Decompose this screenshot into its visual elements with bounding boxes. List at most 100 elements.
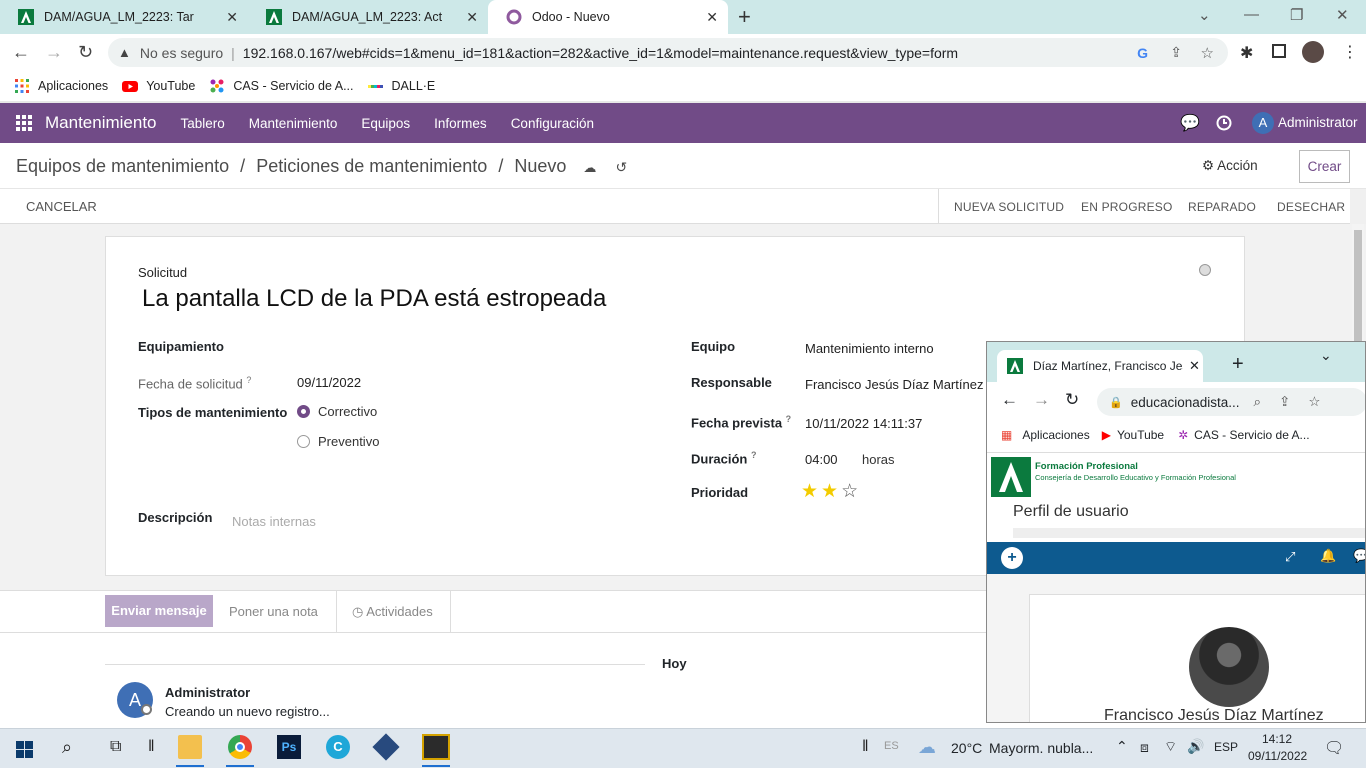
lang-indicator-small[interactable]: ES bbox=[884, 740, 899, 752]
cursor-app-icon[interactable]: C bbox=[326, 735, 350, 759]
stage-nueva-solicitud[interactable]: NUEVA SOLICITUD bbox=[954, 189, 1064, 224]
menu-tablero[interactable]: Tablero bbox=[181, 116, 225, 131]
log-note-button[interactable]: Poner una nota bbox=[229, 604, 318, 619]
bell-icon[interactable]: 🔔 bbox=[1320, 548, 1336, 564]
back-icon[interactable]: ← bbox=[12, 42, 30, 63]
close-tab-icon[interactable]: ✕ bbox=[226, 9, 238, 26]
bookmark-star-icon[interactable]: ☆ bbox=[1308, 394, 1320, 410]
duration-value[interactable]: 04:00 bbox=[805, 452, 838, 467]
new-tab-icon[interactable]: + bbox=[1232, 353, 1244, 376]
request-title-input[interactable]: La pantalla LCD de la PDA está estropead… bbox=[142, 285, 606, 313]
forward-icon[interactable]: → bbox=[1033, 390, 1050, 410]
app-name[interactable]: Mantenimiento bbox=[45, 113, 157, 133]
scrollbar[interactable] bbox=[1350, 189, 1366, 224]
kanban-state-icon[interactable] bbox=[1199, 264, 1211, 276]
team-value[interactable]: Mantenimiento interno bbox=[805, 341, 934, 356]
virtualbox-icon[interactable] bbox=[372, 733, 400, 761]
chrome-icon[interactable] bbox=[228, 735, 252, 759]
action-menu[interactable]: ⚙ Acción bbox=[1202, 158, 1258, 174]
browser-menu-icon[interactable]: ⋮ bbox=[1342, 42, 1358, 62]
clock-date[interactable]: 09/11/2022 bbox=[1248, 749, 1307, 763]
tab-search-icon[interactable]: ⌄ bbox=[1198, 6, 1211, 24]
network-icon[interactable]: ⌔ bbox=[1164, 738, 1177, 756]
bookmark-star-icon[interactable]: ☆ bbox=[1201, 44, 1214, 62]
popup-browser-window[interactable]: Díaz Martínez, Francisco Jesús ✕ + ⌄ ← →… bbox=[986, 341, 1366, 723]
radio-preventivo[interactable]: Preventivo bbox=[297, 434, 379, 449]
file-explorer-icon[interactable] bbox=[178, 735, 202, 759]
chat-icon[interactable]: 💬 bbox=[1353, 548, 1365, 564]
activities-button[interactable]: ◷ Actividades bbox=[352, 604, 433, 620]
bookmark-label[interactable]: Aplicaciones bbox=[1022, 428, 1089, 442]
breadcrumb-item[interactable]: Equipos de mantenimiento bbox=[16, 156, 229, 176]
popup-tab[interactable]: Díaz Martínez, Francisco Jesús ✕ bbox=[997, 350, 1203, 382]
temperature[interactable]: 20°C bbox=[951, 740, 982, 756]
description-input[interactable]: Notas internas bbox=[232, 514, 316, 529]
bookmark-youtube[interactable]: YouTube bbox=[122, 78, 195, 94]
side-panel-icon[interactable] bbox=[1272, 44, 1286, 58]
cancel-button[interactable]: CANCELAR bbox=[26, 199, 97, 214]
forward-icon[interactable]: → bbox=[45, 42, 63, 63]
responsible-value[interactable]: Francisco Jesús Díaz Martínez bbox=[805, 377, 983, 392]
device-icon[interactable]: ⧈ bbox=[1140, 739, 1149, 756]
bookmark-dalle[interactable]: DALL·E bbox=[367, 78, 435, 94]
send-message-button[interactable]: Enviar mensaje bbox=[105, 595, 213, 627]
star-filled-icon[interactable]: ★ bbox=[821, 480, 838, 503]
close-tab-icon[interactable]: ✕ bbox=[1189, 358, 1200, 374]
star-filled-icon[interactable]: ★ bbox=[801, 480, 818, 503]
menu-informes[interactable]: Informes bbox=[434, 116, 487, 131]
new-tab-icon[interactable]: + bbox=[738, 4, 751, 30]
extensions-icon[interactable]: ✱ bbox=[1240, 43, 1253, 63]
stage-en-progreso[interactable]: EN PROGRESO bbox=[1081, 189, 1173, 224]
user-avatar[interactable]: A bbox=[1252, 112, 1274, 134]
volume-icon[interactable]: 🔊 bbox=[1187, 738, 1204, 755]
task-view-icon[interactable]: ⧉ bbox=[110, 738, 121, 756]
save-cloud-icon[interactable]: ☁ bbox=[583, 160, 596, 175]
back-icon[interactable]: ← bbox=[1001, 390, 1018, 410]
breadcrumb-item[interactable]: Peticiones de mantenimiento bbox=[256, 156, 487, 176]
bookmark-label[interactable]: CAS - Servicio de A... bbox=[1194, 428, 1309, 442]
show-hidden-icons[interactable]: ⌃ bbox=[1116, 738, 1128, 755]
photoshop-icon[interactable]: Ps bbox=[277, 735, 301, 759]
browser-tab[interactable]: DAM/AGUA_LM_2223: Actividad ✕ bbox=[248, 0, 488, 34]
priority-widget[interactable]: ★ ★ ☆ bbox=[801, 480, 861, 503]
close-tab-icon[interactable]: ✕ bbox=[466, 9, 478, 26]
tab-search-icon[interactable]: ⌄ bbox=[1320, 347, 1332, 364]
menu-equipos[interactable]: Equipos bbox=[361, 116, 410, 131]
discuss-icon[interactable]: 💬 bbox=[1180, 113, 1200, 133]
discard-undo-icon[interactable]: ↺ bbox=[615, 159, 627, 175]
google-icon[interactable]: G bbox=[1137, 45, 1148, 61]
close-window-icon[interactable]: ✕ bbox=[1336, 6, 1349, 24]
stage-desechar[interactable]: DESECHAR bbox=[1277, 189, 1345, 224]
profile-avatar-icon[interactable] bbox=[1302, 41, 1324, 63]
app-menu-icon[interactable] bbox=[16, 115, 32, 131]
activities-clock-icon[interactable] bbox=[1216, 115, 1232, 131]
scheduled-date-value[interactable]: 10/11/2022 14:11:37 bbox=[805, 416, 922, 431]
close-tab-icon[interactable]: ✕ bbox=[706, 9, 718, 26]
menu-mantenimiento[interactable]: Mantenimiento bbox=[249, 116, 338, 131]
reload-icon[interactable]: ↻ bbox=[1065, 390, 1079, 410]
star-empty-icon[interactable]: ☆ bbox=[841, 480, 858, 503]
create-button[interactable]: Crear bbox=[1299, 150, 1350, 183]
weather-cloud-icon[interactable]: ☁ bbox=[918, 737, 936, 758]
windows-start-icon[interactable] bbox=[16, 741, 33, 758]
popup-address-bar[interactable]: 🔒 educacionadista... ⌕ ⇪ ☆ bbox=[1097, 388, 1365, 416]
browser-tab[interactable]: DAM/AGUA_LM_2223: Tarea online ✕ bbox=[0, 0, 248, 34]
menu-configuracion[interactable]: Configuración bbox=[511, 116, 594, 131]
add-icon[interactable]: + bbox=[1001, 547, 1023, 569]
zoom-icon[interactable]: ⌕ bbox=[1254, 394, 1262, 410]
weather-text[interactable]: Mayorm. nubla... bbox=[989, 740, 1093, 756]
reload-icon[interactable]: ↻ bbox=[78, 42, 93, 63]
expand-icon[interactable]: ⤢ bbox=[1285, 549, 1295, 565]
share-icon[interactable]: ⇪ bbox=[1170, 44, 1182, 61]
request-date-value[interactable]: 09/11/2022 bbox=[297, 375, 361, 390]
radio-correctivo[interactable]: Correctivo bbox=[297, 404, 377, 419]
message-author[interactable]: Administrator bbox=[165, 685, 250, 700]
bookmark-apps[interactable]: Aplicaciones bbox=[14, 78, 108, 94]
address-bar[interactable]: ▲ No es seguro | 192.168.0.167/web#cids=… bbox=[108, 38, 1228, 67]
lang-indicator[interactable]: ESP bbox=[1214, 740, 1238, 754]
search-icon[interactable]: ⌕ bbox=[62, 737, 72, 758]
minimize-icon[interactable]: — bbox=[1244, 6, 1259, 23]
stage-reparado[interactable]: REPARADO bbox=[1188, 189, 1256, 224]
bookmark-label[interactable]: YouTube bbox=[1117, 428, 1164, 442]
app-window-icon[interactable] bbox=[422, 734, 450, 760]
